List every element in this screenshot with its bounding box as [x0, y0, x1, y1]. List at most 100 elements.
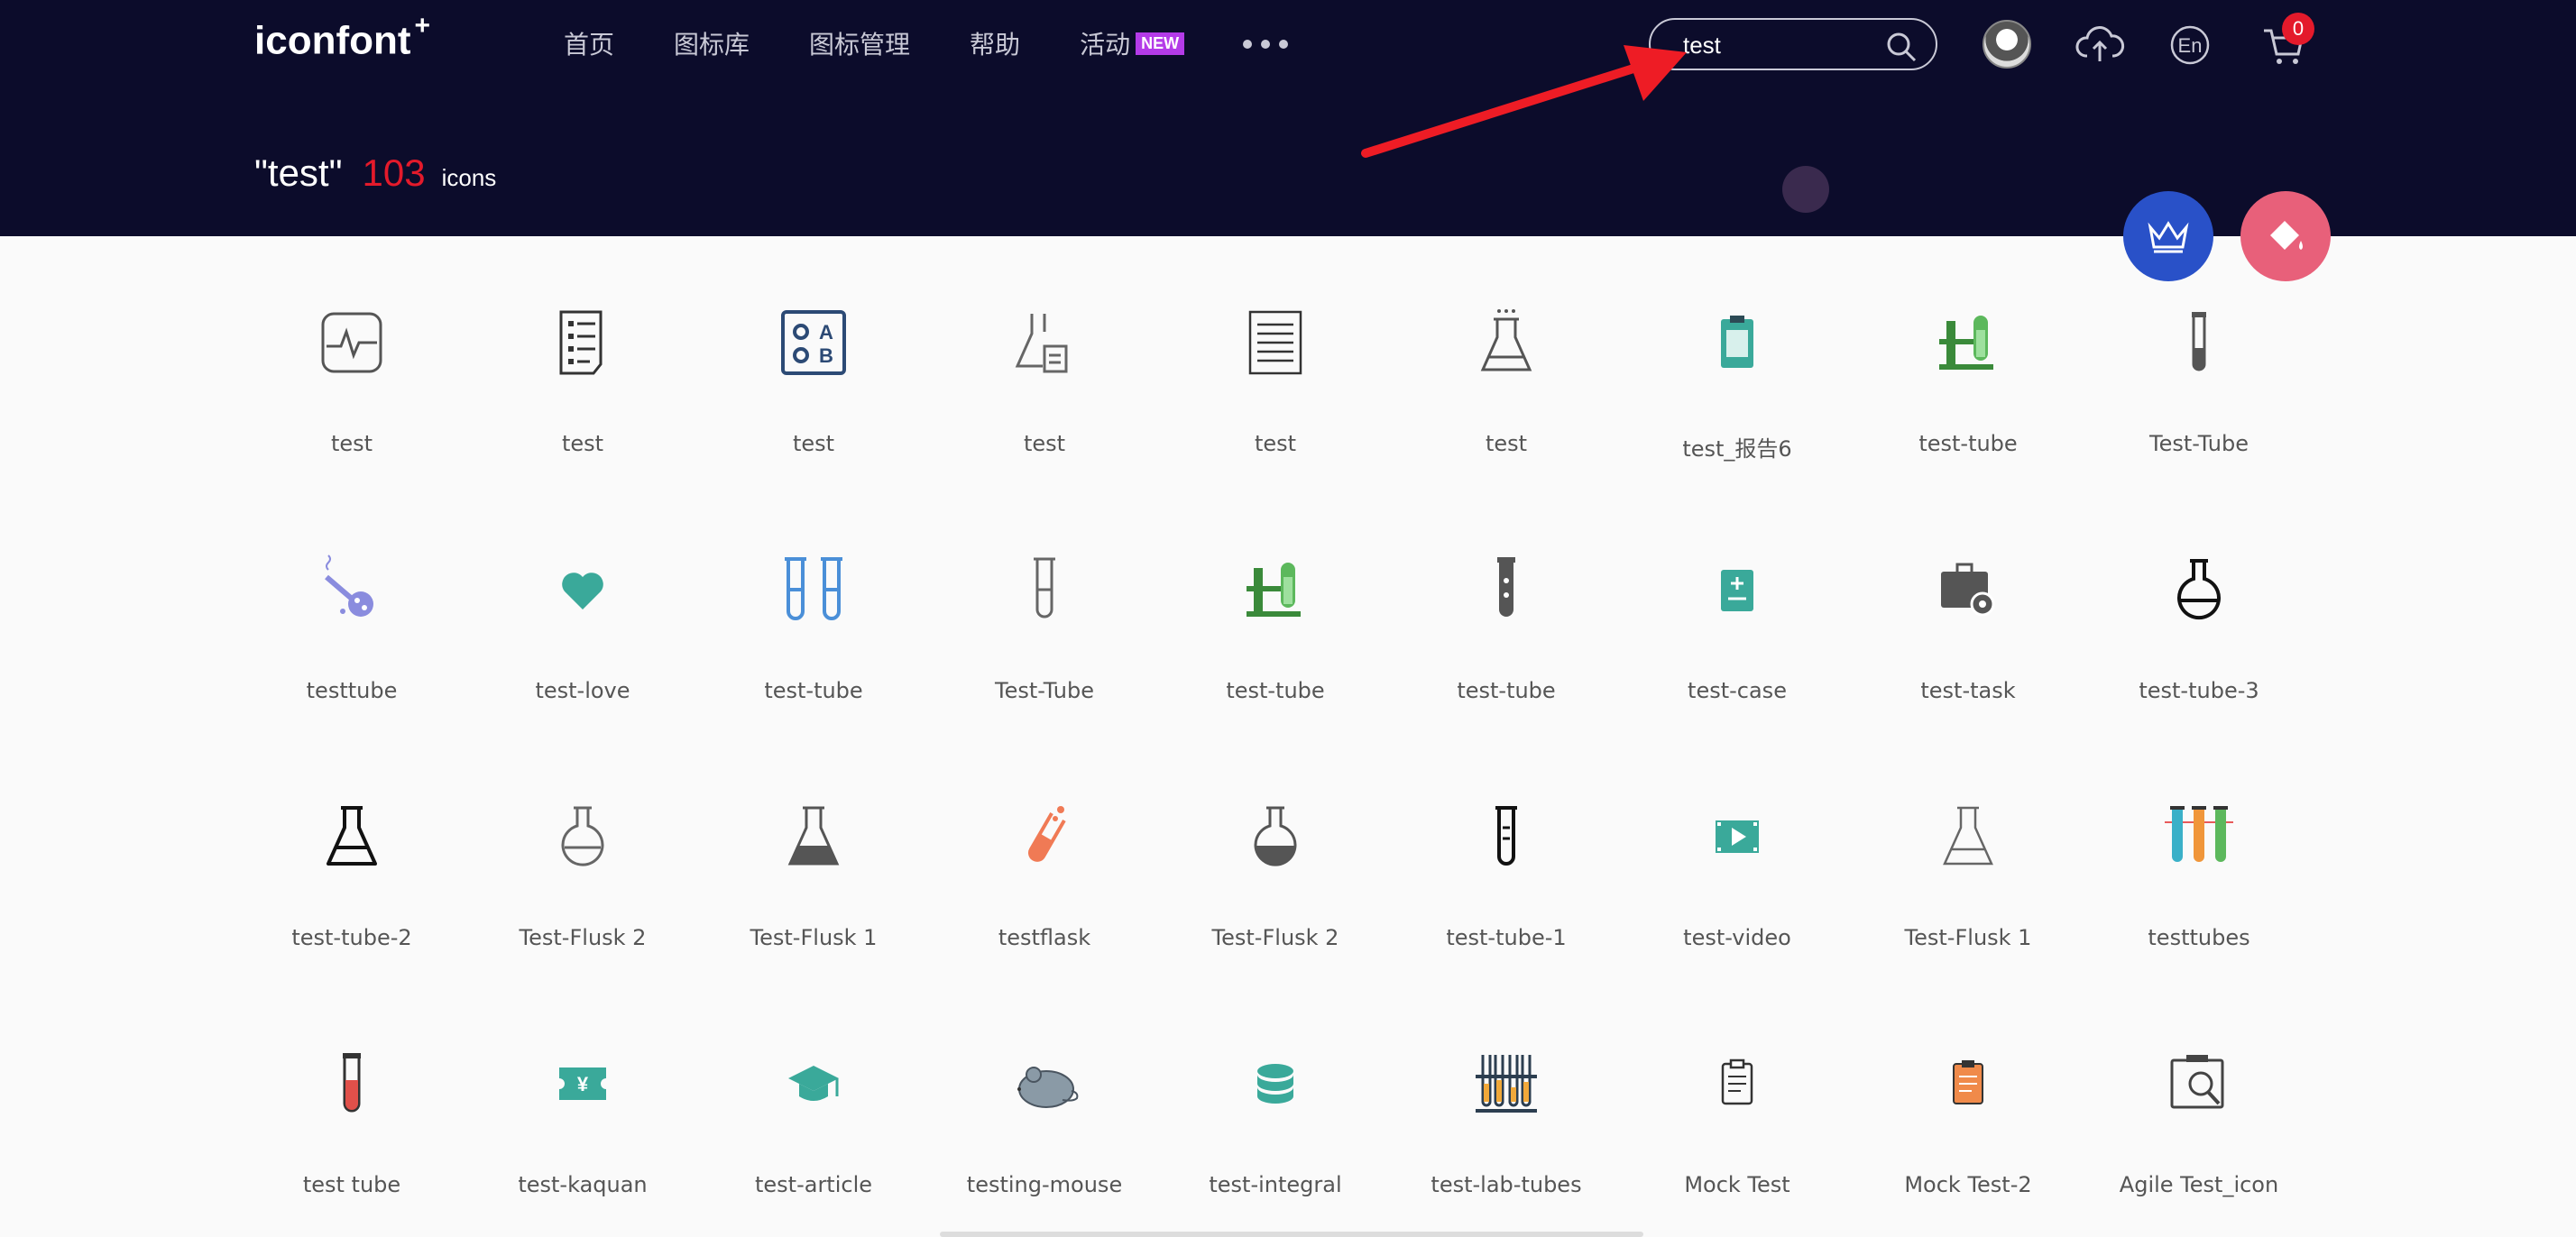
icon-card[interactable]: Mock Test	[1622, 1048, 1853, 1228]
icon-card[interactable]: test	[929, 307, 1160, 487]
colored-tubes-icon	[2165, 806, 2233, 862]
icon-card[interactable]: Mock Test-2	[1853, 1048, 2084, 1228]
main-nav: 首页 图标库 图标管理 帮助 活动 NEW	[564, 25, 1244, 61]
icon-card[interactable]: testflask	[929, 801, 1160, 981]
icon-card[interactable]: testtube	[236, 554, 467, 734]
magnifier-board-icon	[2170, 1055, 2224, 1109]
red-tube-icon	[343, 1053, 361, 1113]
icon-label: test-tube	[1918, 431, 2018, 456]
icon-card[interactable]: test	[1160, 307, 1391, 487]
upload-cloud-icon[interactable]	[2075, 20, 2125, 70]
purple-flask-icon	[325, 554, 373, 617]
icon-label: testing-mouse	[966, 1172, 1123, 1197]
icon-card[interactable]: Test-Flusk 1	[698, 801, 929, 981]
icon-card[interactable]: testtubes	[2084, 801, 2314, 981]
round-flask-filled-icon	[1254, 806, 1297, 866]
icon-label: Mock Test-2	[1904, 1172, 2032, 1197]
horizontal-scrollbar[interactable]	[940, 1232, 1643, 1237]
icon-card[interactable]: test-article	[698, 1048, 929, 1228]
checklist-icon	[559, 310, 603, 375]
icon-card[interactable]: test tube	[236, 1048, 467, 1228]
video-icon	[1716, 820, 1759, 853]
red-arrow-annotation	[1361, 45, 1687, 158]
icon-card[interactable]: Test-Flusk 1	[1853, 801, 2084, 981]
icon-label: test-article	[754, 1172, 873, 1197]
flask-icon	[1480, 309, 1532, 371]
avatar[interactable]	[1983, 20, 2031, 69]
nav-home[interactable]: 首页	[564, 25, 614, 61]
flask-doc-icon	[1015, 314, 1068, 373]
icon-label: test-tube	[1457, 678, 1556, 703]
icon-card[interactable]: Agile Test_icon	[2084, 1048, 2314, 1228]
icon-label: test	[1023, 431, 1066, 456]
nav-icon-management[interactable]: 图标管理	[809, 25, 910, 61]
notepad-icon	[1248, 310, 1302, 375]
icon-card[interactable]: test-tube	[1853, 307, 2084, 487]
theme-paint-button[interactable]	[2240, 191, 2331, 281]
icon-card[interactable]: AB test	[698, 307, 929, 487]
search-result-summary: "test" 103 icons	[254, 151, 496, 195]
icon-card[interactable]: Test-Flusk 2	[1160, 801, 1391, 981]
monitor-pulse-icon	[321, 312, 382, 373]
icon-card[interactable]: test-task	[1853, 554, 2084, 734]
clipboard-icon	[1721, 316, 1753, 368]
svg-text:B: B	[819, 344, 833, 367]
dark-tube-icon	[1497, 557, 1515, 617]
icon-label: Test-Flusk 2	[1211, 925, 1339, 950]
icon-card[interactable]: test-tube-3	[2084, 554, 2314, 734]
icon-card[interactable]: test-tube	[1160, 554, 1391, 734]
icon-card[interactable]: test-tube	[698, 554, 929, 734]
icon-card[interactable]: test-integral	[1160, 1048, 1391, 1228]
icon-card[interactable]: test	[1391, 307, 1622, 487]
icon-label: Test-Tube	[995, 678, 1094, 703]
icon-label: Test-Flusk 1	[1904, 925, 2032, 950]
icon-label: test-kaquan	[518, 1172, 648, 1197]
icon-label: test-case	[1688, 678, 1787, 703]
language-icon[interactable]: En	[2165, 20, 2215, 70]
icon-label: test tube	[302, 1172, 401, 1197]
icon-label: Test-Tube	[2149, 431, 2249, 456]
nav-help[interactable]: 帮助	[970, 25, 1020, 61]
nav-icon-library[interactable]: 图标库	[674, 25, 750, 61]
result-unit: icons	[441, 164, 497, 191]
icon-card[interactable]: Test-Tube	[2084, 307, 2314, 487]
heart-icon	[562, 573, 603, 609]
round-flask-icon	[2177, 559, 2221, 620]
icon-card[interactable]: test-video	[1622, 801, 1853, 981]
clipboard-outline-icon	[1721, 1058, 1753, 1105]
tube-outline-icon	[1034, 557, 1055, 618]
icon-card[interactable]: Test-Tube	[929, 554, 1160, 734]
icon-card[interactable]: ¥ test-kaquan	[467, 1048, 698, 1228]
icon-label: test_报告6	[1682, 436, 1792, 462]
nav-activity[interactable]: 活动 NEW	[1080, 25, 1185, 61]
icon-card[interactable]: test	[236, 307, 467, 487]
icon-label: test-tube-2	[291, 925, 412, 950]
icon-card[interactable]: test-love	[467, 554, 698, 734]
icon-card[interactable]: test-case	[1622, 554, 1853, 734]
icon-label: test-tube	[764, 678, 863, 703]
icon-card[interactable]: Test-Flusk 2	[467, 801, 698, 981]
icon-card[interactable]: test-tube	[1391, 554, 1622, 734]
icon-card[interactable]: test	[467, 307, 698, 487]
icon-card[interactable]: test-lab-tubes	[1391, 1048, 1622, 1228]
icon-card[interactable]: testing-mouse	[929, 1048, 1160, 1228]
icon-label: testtube	[306, 678, 398, 703]
icon-label: Mock Test	[1684, 1172, 1790, 1197]
ticket-icon: ¥	[559, 1067, 606, 1100]
orange-tube-icon	[1028, 806, 1066, 862]
icon-label: test-love	[535, 678, 630, 703]
more-menu-icon[interactable]	[1243, 40, 1288, 49]
icon-card[interactable]: test_报告6	[1622, 307, 1853, 487]
toolbox-gear-icon	[1941, 563, 1995, 617]
icon-label: test-lab-tubes	[1431, 1172, 1582, 1197]
logo[interactable]: iconfont +	[254, 11, 430, 64]
icon-label: testtubes	[2148, 925, 2250, 950]
icon-label: test-tube-1	[1446, 925, 1567, 950]
search-icon[interactable]	[1885, 31, 1918, 63]
vip-crown-button[interactable]	[2123, 191, 2213, 281]
icon-card[interactable]: test-tube-1	[1391, 801, 1622, 981]
graduation-cap-icon	[788, 1066, 839, 1101]
tube-icon	[2192, 312, 2206, 371]
icon-card[interactable]: test-tube-2	[236, 801, 467, 981]
icon-label: test	[561, 431, 604, 456]
